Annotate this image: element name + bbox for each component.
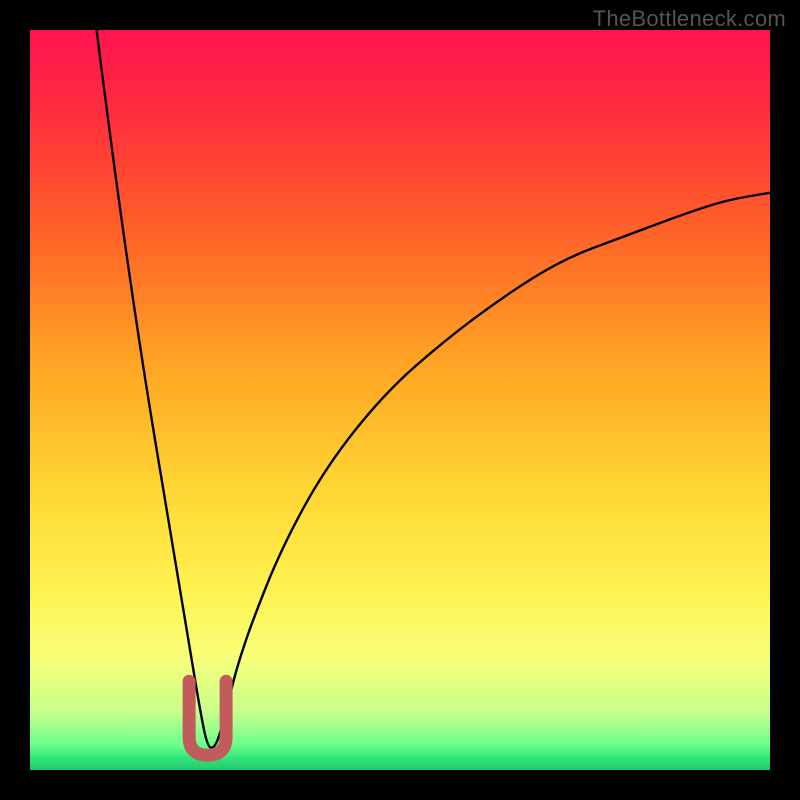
curve-layer [30, 30, 770, 770]
chart-frame: TheBottleneck.com [0, 0, 800, 800]
watermark-text: TheBottleneck.com [593, 6, 786, 32]
bottleneck-curve [97, 30, 770, 748]
plot-area [30, 30, 770, 770]
